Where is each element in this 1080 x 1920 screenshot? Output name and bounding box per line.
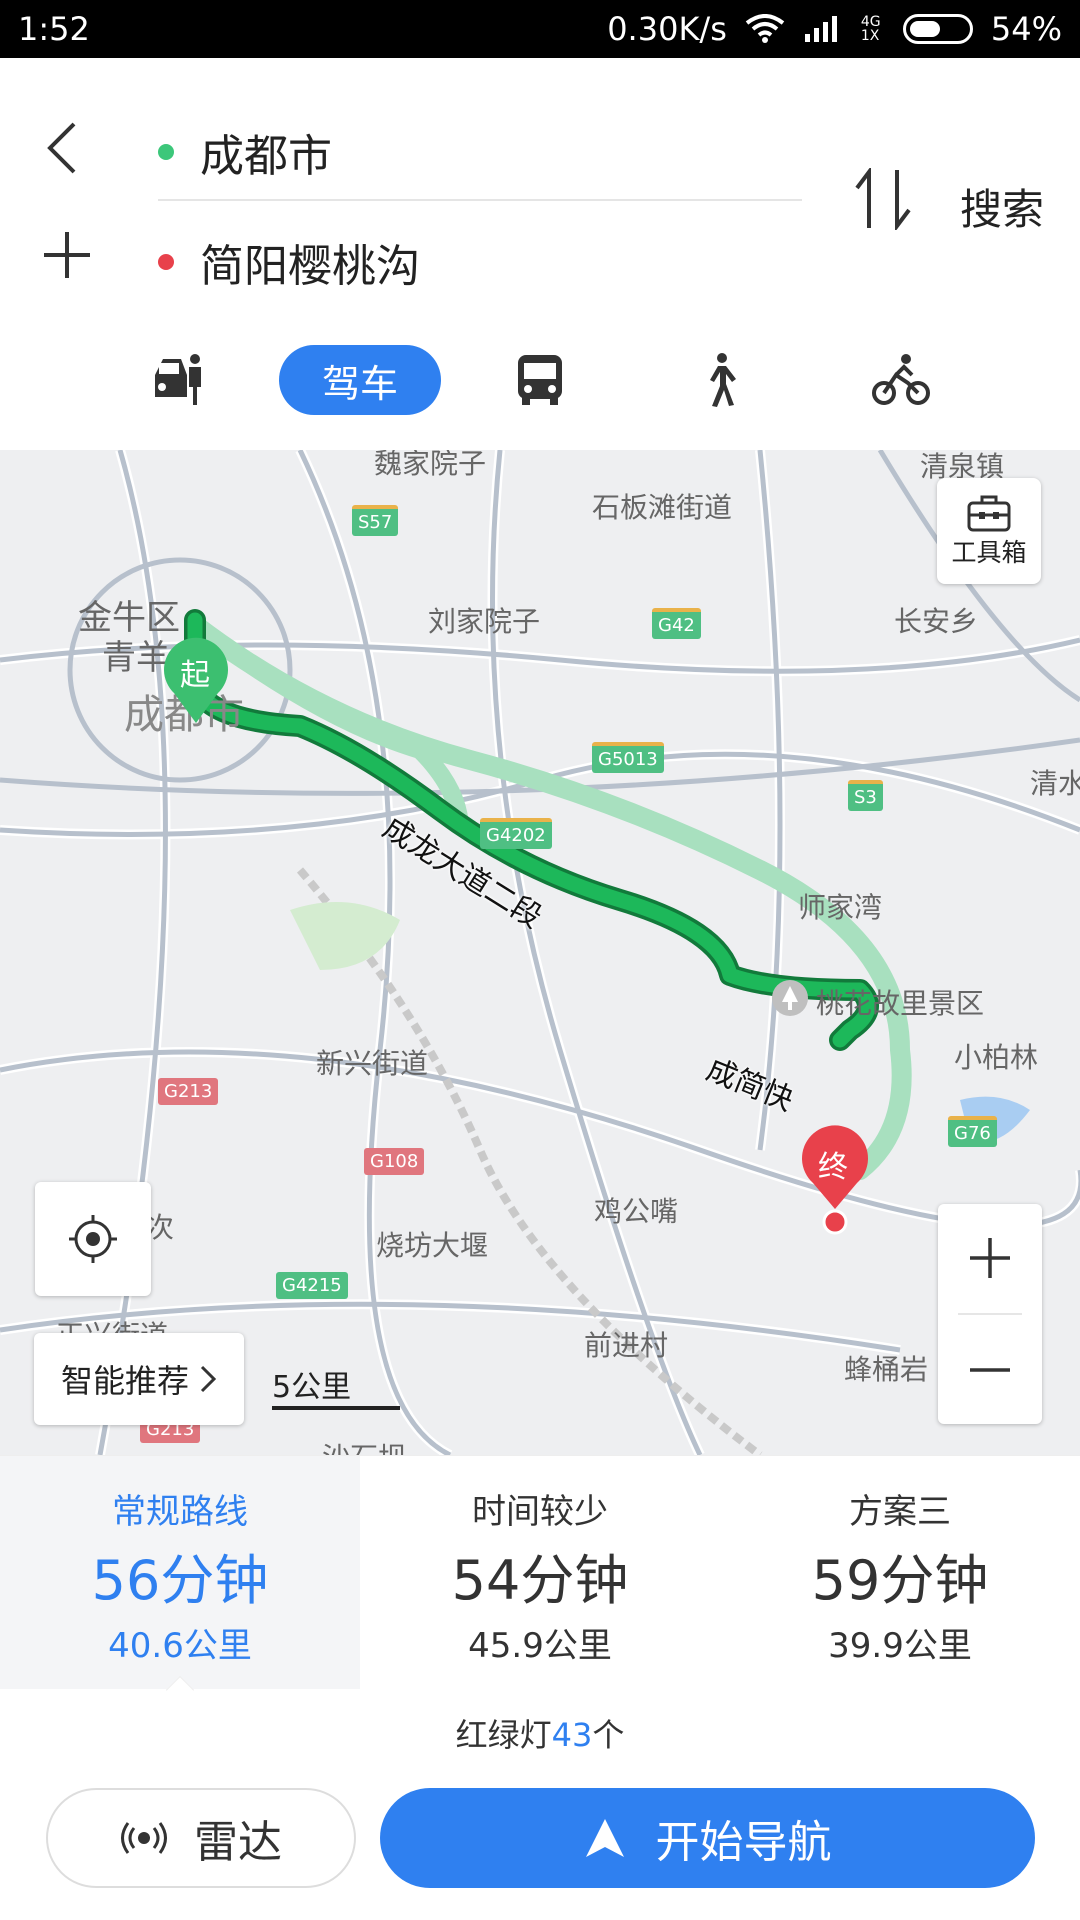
map-label: 师家湾 <box>798 891 883 924</box>
start-navigation-button[interactable]: 开始导航 <box>380 1788 1035 1888</box>
highway-shield: G108 <box>364 1148 425 1175</box>
map-scale-label: 5公里 <box>272 1370 352 1405</box>
map-label: 鸡公嘴 <box>594 1195 679 1228</box>
map-label: 烧坊大堰 <box>376 1229 489 1262</box>
toolbox-icon <box>967 495 1011 532</box>
route-time: 59分钟 <box>811 1549 989 1612</box>
input-divider <box>158 199 802 201</box>
highway-shield: S57 <box>352 505 399 536</box>
route-time: 56分钟 <box>91 1549 269 1612</box>
taxi-tab[interactable] <box>148 345 210 415</box>
highway-shield: G213 <box>158 1078 219 1105</box>
map-scale-bar <box>272 1406 400 1410</box>
bus-icon <box>518 355 562 405</box>
route-option[interactable]: 常规路线 56分钟 40.6公里 <box>0 1456 360 1689</box>
map-label: 长安乡 <box>894 605 979 638</box>
swap-icon[interactable] <box>855 168 911 230</box>
plus-icon <box>970 1238 1010 1278</box>
locate-button[interactable] <box>35 1182 151 1296</box>
search-button[interactable]: 搜索 <box>960 176 1044 237</box>
route-header: 成都市 简阳樱桃沟 搜索 驾车 <box>0 58 1080 450</box>
smart-recommend-label: 智能推荐 <box>60 1362 189 1400</box>
origin-text: 成都市 <box>200 131 332 182</box>
destination-dot <box>158 254 174 270</box>
map-view[interactable]: 魏家院子 清泉镇 石板滩街道 金牛区 青羊 刘家院子 长安乡 成都市 清水 师家… <box>0 450 1080 1455</box>
bus-tab[interactable] <box>510 345 570 415</box>
route-name: 常规路线 <box>112 1492 248 1532</box>
clock: 1:52 <box>18 10 90 48</box>
battery-percent: 54% <box>990 10 1062 48</box>
zoom-in-button[interactable] <box>938 1204 1042 1312</box>
radar-icon <box>121 1822 167 1854</box>
highway-shield: G76 <box>948 1116 997 1147</box>
origin-field[interactable]: 成都市 <box>158 120 332 184</box>
map-label: 小柏林 <box>954 1041 1039 1074</box>
start-marker-label: 起 <box>180 658 210 693</box>
drive-tab[interactable]: 驾车 <box>279 345 441 415</box>
back-icon[interactable] <box>40 118 84 178</box>
radar-label: 雷达 <box>194 1817 282 1868</box>
route-time: 54分钟 <box>451 1549 629 1612</box>
route-name: 方案三 <box>849 1492 951 1532</box>
highway-shield: G5013 <box>592 742 664 773</box>
bike-tab[interactable] <box>870 345 932 415</box>
traffic-lights-prefix: 红绿灯 <box>455 1716 552 1754</box>
minus-icon <box>970 1368 1010 1372</box>
highway-shield: G4202 <box>480 818 552 849</box>
travel-mode-tabs: 驾车 <box>0 345 1080 430</box>
map-label: 魏家院子 <box>374 450 487 480</box>
highway-shield: G42 <box>652 608 701 639</box>
highway-shield: S3 <box>848 780 883 811</box>
route-distance: 40.6公里 <box>108 1626 252 1666</box>
map-label: 前进村 <box>584 1329 669 1362</box>
map-label: 桃花故里景区 <box>816 987 985 1020</box>
map-label: 清水 <box>1030 767 1080 800</box>
route-name: 时间较少 <box>472 1492 608 1532</box>
smart-recommend-button[interactable]: 智能推荐 <box>34 1333 244 1425</box>
route-options: 常规路线 56分钟 40.6公里 时间较少 54分钟 45.9公里 方案三 59… <box>0 1455 1080 1689</box>
origin-dot <box>158 144 174 160</box>
route-distance: 45.9公里 <box>468 1626 612 1666</box>
zoom-divider <box>958 1313 1022 1315</box>
walk-tab[interactable] <box>692 345 748 415</box>
toolbox-button[interactable]: 工具箱 <box>937 478 1041 584</box>
start-navigation-label: 开始导航 <box>655 1817 832 1868</box>
signal-icon <box>804 16 837 42</box>
chevron-right-icon <box>200 1365 217 1393</box>
map-label: 刘家院子 <box>428 605 541 638</box>
battery-level <box>909 21 941 37</box>
radar-button[interactable]: 雷达 <box>46 1788 356 1888</box>
traffic-lights-suffix: 个 <box>592 1716 625 1754</box>
add-waypoint-icon[interactable] <box>40 228 94 282</box>
route-distance: 39.9公里 <box>828 1626 972 1666</box>
traffic-lights-info: 红绿灯43个 <box>0 1710 1080 1756</box>
net-speed: 0.30K/s <box>607 10 727 48</box>
toolbox-label: 工具箱 <box>951 538 1027 567</box>
end-marker-label: 终 <box>818 1150 848 1185</box>
zoom-out-button[interactable] <box>938 1316 1042 1424</box>
route-option[interactable]: 时间较少 54分钟 45.9公里 <box>360 1456 720 1689</box>
traffic-lights-count: 43 <box>551 1716 593 1754</box>
navigation-arrow-icon <box>585 1819 624 1857</box>
drive-tab-label: 驾车 <box>321 361 398 406</box>
network-type: 4G 1X <box>860 14 881 44</box>
highway-shield: G4215 <box>276 1272 348 1299</box>
taxi-icon <box>155 354 201 405</box>
map-label: 蜂桶岩 <box>844 1353 929 1386</box>
destination-text: 简阳樱桃沟 <box>200 241 420 292</box>
map-label: 石板滩街道 <box>592 491 733 524</box>
battery-icon <box>902 14 973 44</box>
walk-icon <box>710 353 736 407</box>
status-bar: 1:52 0.30K/s 4G 1X 54% <box>0 0 1080 58</box>
zoom-controls <box>938 1204 1042 1424</box>
bike-icon <box>872 354 930 405</box>
route-option[interactable]: 方案三 59分钟 39.9公里 <box>720 1456 1080 1689</box>
wifi-icon <box>745 14 785 43</box>
scenic-spot-icon <box>772 980 808 1016</box>
destination-field[interactable]: 简阳樱桃沟 <box>158 230 420 294</box>
map-label: 沙石坝 <box>322 1436 406 1455</box>
map-label: 新兴街道 <box>316 1047 429 1080</box>
locate-icon <box>69 1215 117 1263</box>
